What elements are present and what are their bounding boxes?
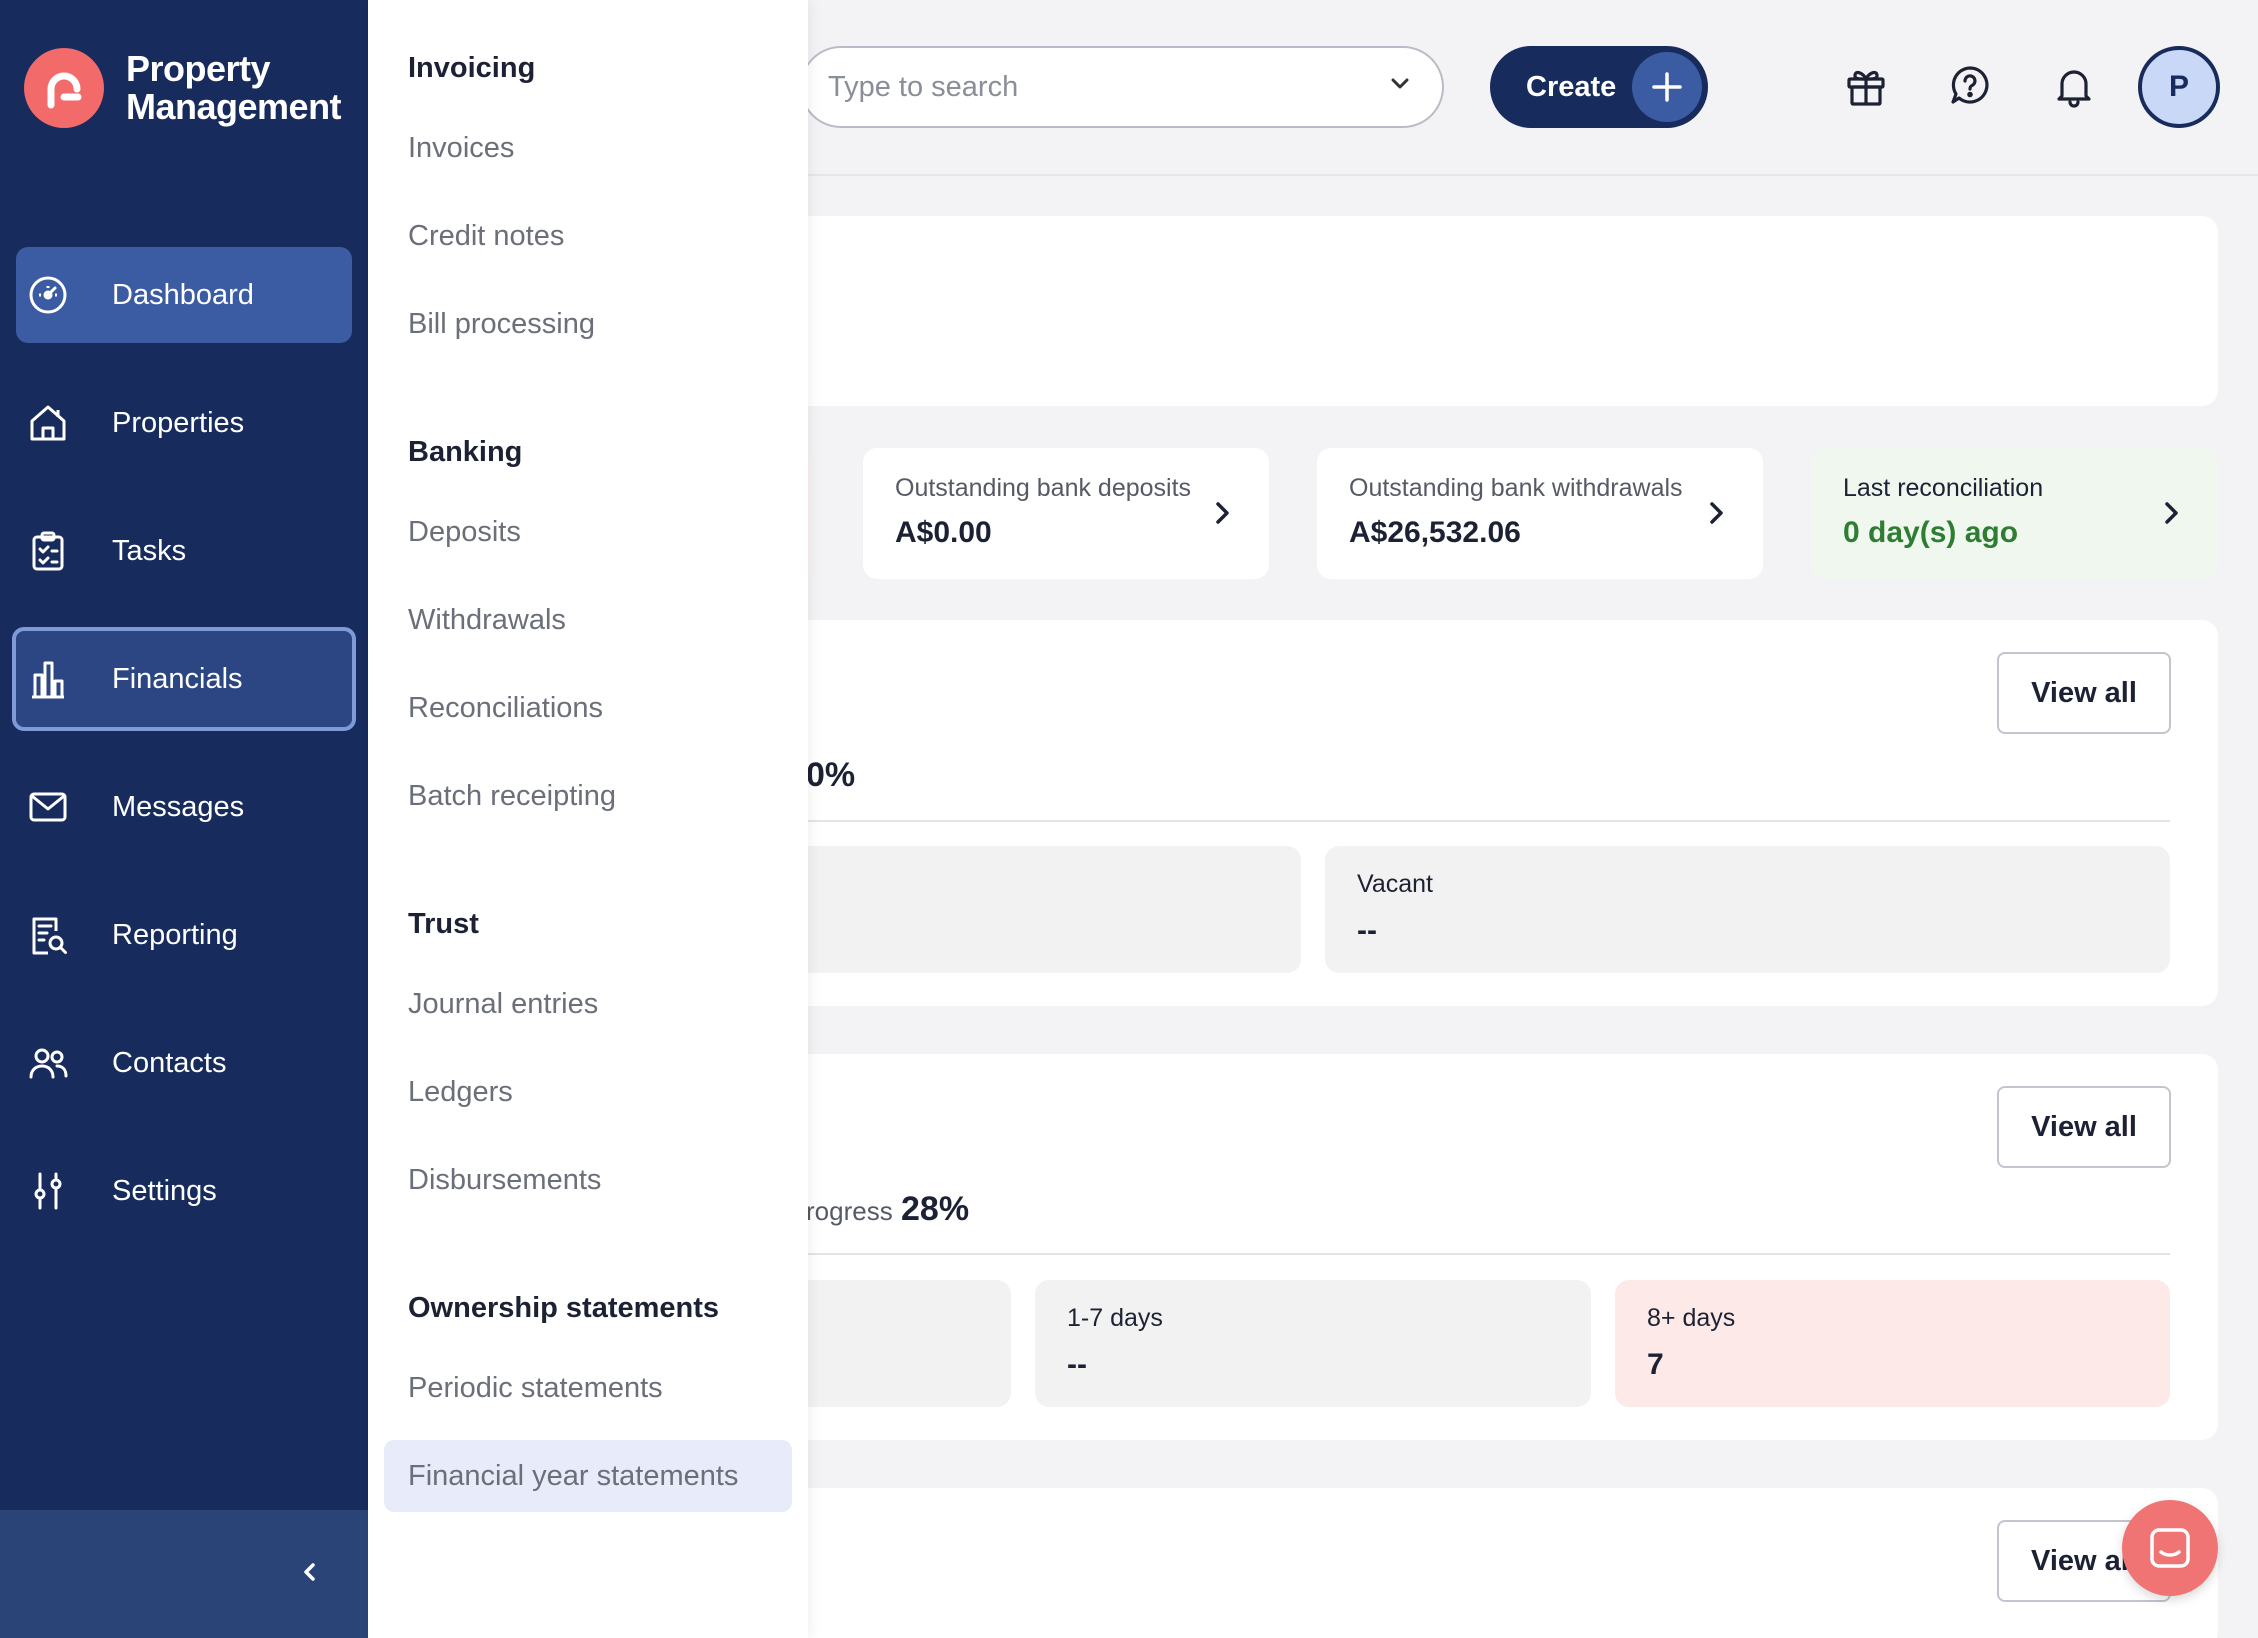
progress-percent: 28% <box>901 1190 970 1228</box>
submenu-item-credit-notes[interactable]: Credit notes <box>408 220 564 253</box>
sliders-icon <box>0 1169 96 1213</box>
divider <box>808 1253 2170 1255</box>
search-placeholder: Type to search <box>828 70 1019 103</box>
logo[interactable]: Property Management <box>24 48 342 128</box>
progress-label: rogress <box>806 1196 893 1226</box>
chevron-right-icon <box>1211 498 1235 533</box>
submenu-heading-trust: Trust <box>408 908 479 940</box>
tile-8-plus-days[interactable]: 8+ days 7 <box>1615 1280 2170 1407</box>
tile-vacant[interactable]: Vacant -- <box>1325 846 2170 973</box>
tile-title: 1-7 days <box>1067 1304 1163 1332</box>
submenu-item-batch-receipting[interactable]: Batch receipting <box>408 780 616 813</box>
sidebar-item-label: Financials <box>112 662 243 695</box>
brand-line-2: Management <box>126 86 342 127</box>
avatar[interactable]: P <box>2138 46 2220 128</box>
sidebar-item-contacts[interactable]: Contacts <box>16 1015 352 1111</box>
chevron-right-icon <box>2160 498 2184 533</box>
submenu-item-deposits[interactable]: Deposits <box>408 516 521 549</box>
sidebar: Property Management Dashboard Properties… <box>0 0 368 1638</box>
sidebar-item-label: Contacts <box>112 1046 227 1079</box>
financials-submenu: Invoicing Invoices Credit notes Bill pro… <box>368 0 808 1638</box>
bar-chart-icon <box>0 657 96 701</box>
tile-partial <box>790 1280 1011 1407</box>
view-all-button[interactable]: View all <box>1997 1086 2171 1168</box>
gift-icon[interactable] <box>1838 58 1894 114</box>
submenu-heading-banking: Banking <box>408 436 523 468</box>
tile-value: -- <box>1357 914 1377 947</box>
search-input[interactable]: Type to search <box>800 46 1444 128</box>
envelope-icon <box>0 785 96 829</box>
stat-value: A$26,532.06 <box>1349 516 1521 549</box>
submenu-item-reconciliations[interactable]: Reconciliations <box>408 692 603 725</box>
report-search-icon <box>0 913 96 957</box>
tile-value: 7 <box>1647 1348 1664 1381</box>
logo-mark-icon <box>24 48 104 128</box>
stat-title: Outstanding bank deposits <box>895 474 1192 502</box>
submenu-item-withdrawals[interactable]: Withdrawals <box>408 604 566 637</box>
sidebar-item-financials[interactable]: Financials <box>12 627 356 731</box>
brand-name: Property Management <box>126 48 342 127</box>
stat-value: 0 day(s) ago <box>1843 516 2019 549</box>
help-icon[interactable] <box>1942 58 1998 114</box>
tile-title: 8+ days <box>1647 1304 1736 1332</box>
users-icon <box>0 1041 96 1085</box>
stat-value: A$0.00 <box>895 516 992 549</box>
tile-1-7-days[interactable]: 1-7 days -- <box>1035 1280 1591 1407</box>
submenu-heading-invoicing: Invoicing <box>408 52 536 84</box>
chevron-down-icon[interactable] <box>1388 71 1412 104</box>
clipboard-icon <box>0 529 96 573</box>
avatar-initial: P <box>2168 70 2189 103</box>
brand-line-1: Property <box>126 48 271 89</box>
chat-launcher-icon[interactable] <box>2122 1500 2218 1596</box>
sidebar-item-messages[interactable]: Messages <box>16 759 352 855</box>
sidebar-item-tasks[interactable]: Tasks <box>16 503 352 599</box>
sidebar-footer <box>0 1510 368 1638</box>
view-all-button[interactable]: View all <box>1997 652 2171 734</box>
house-icon <box>0 401 96 445</box>
sidebar-item-settings[interactable]: Settings <box>16 1143 352 1239</box>
tile-value: -- <box>1067 1348 1087 1381</box>
sidebar-item-reporting[interactable]: Reporting <box>16 887 352 983</box>
plus-icon <box>1632 52 1702 122</box>
sidebar-item-label: Reporting <box>112 918 238 951</box>
sidebar-item-label: Tasks <box>112 534 187 567</box>
chevron-right-icon <box>1705 498 1729 533</box>
divider <box>808 820 2170 822</box>
dashboard-icon <box>0 273 96 317</box>
stat-outstanding-deposits[interactable]: Outstanding bank deposits A$0.00 <box>863 448 1269 579</box>
submenu-item-journal-entries[interactable]: Journal entries <box>408 988 598 1021</box>
submenu-item-ledgers[interactable]: Ledgers <box>408 1076 513 1109</box>
submenu-item-disbursements[interactable]: Disbursements <box>408 1164 601 1197</box>
sidebar-item-label: Settings <box>112 1174 217 1207</box>
stat-title: Outstanding bank withdrawals <box>1349 474 1683 502</box>
submenu-item-periodic-statements[interactable]: Periodic statements <box>408 1372 663 1405</box>
submenu-heading-ownership-statements: Ownership statements <box>408 1292 720 1324</box>
submenu-item-financial-year-statements[interactable]: Financial year statements <box>384 1440 792 1512</box>
sidebar-item-dashboard[interactable]: Dashboard <box>16 247 352 343</box>
sidebar-item-label: Properties <box>112 406 245 439</box>
percent-value: 0% <box>806 756 856 794</box>
sidebar-item-label: Messages <box>112 790 245 823</box>
sidebar-item-properties[interactable]: Properties <box>16 375 352 471</box>
create-button[interactable]: Create <box>1490 46 1708 128</box>
topbar-divider <box>808 174 2258 176</box>
tile-title: Vacant <box>1357 870 1433 898</box>
header-card <box>780 216 2218 406</box>
sidebar-item-label: Dashboard <box>112 278 254 311</box>
bell-icon[interactable] <box>2046 58 2102 114</box>
collapse-sidebar-icon[interactable] <box>296 1558 324 1591</box>
stat-outstanding-withdrawals[interactable]: Outstanding bank withdrawals A$26,532.06 <box>1317 448 1763 579</box>
stat-title: Last reconciliation <box>1843 474 2044 502</box>
stat-last-reconciliation[interactable]: Last reconciliation 0 day(s) ago <box>1811 448 2218 579</box>
tile-partial <box>790 846 1301 973</box>
submenu-item-invoices[interactable]: Invoices <box>408 132 514 165</box>
create-label: Create <box>1526 70 1617 103</box>
submenu-item-bill-processing[interactable]: Bill processing <box>408 308 595 341</box>
